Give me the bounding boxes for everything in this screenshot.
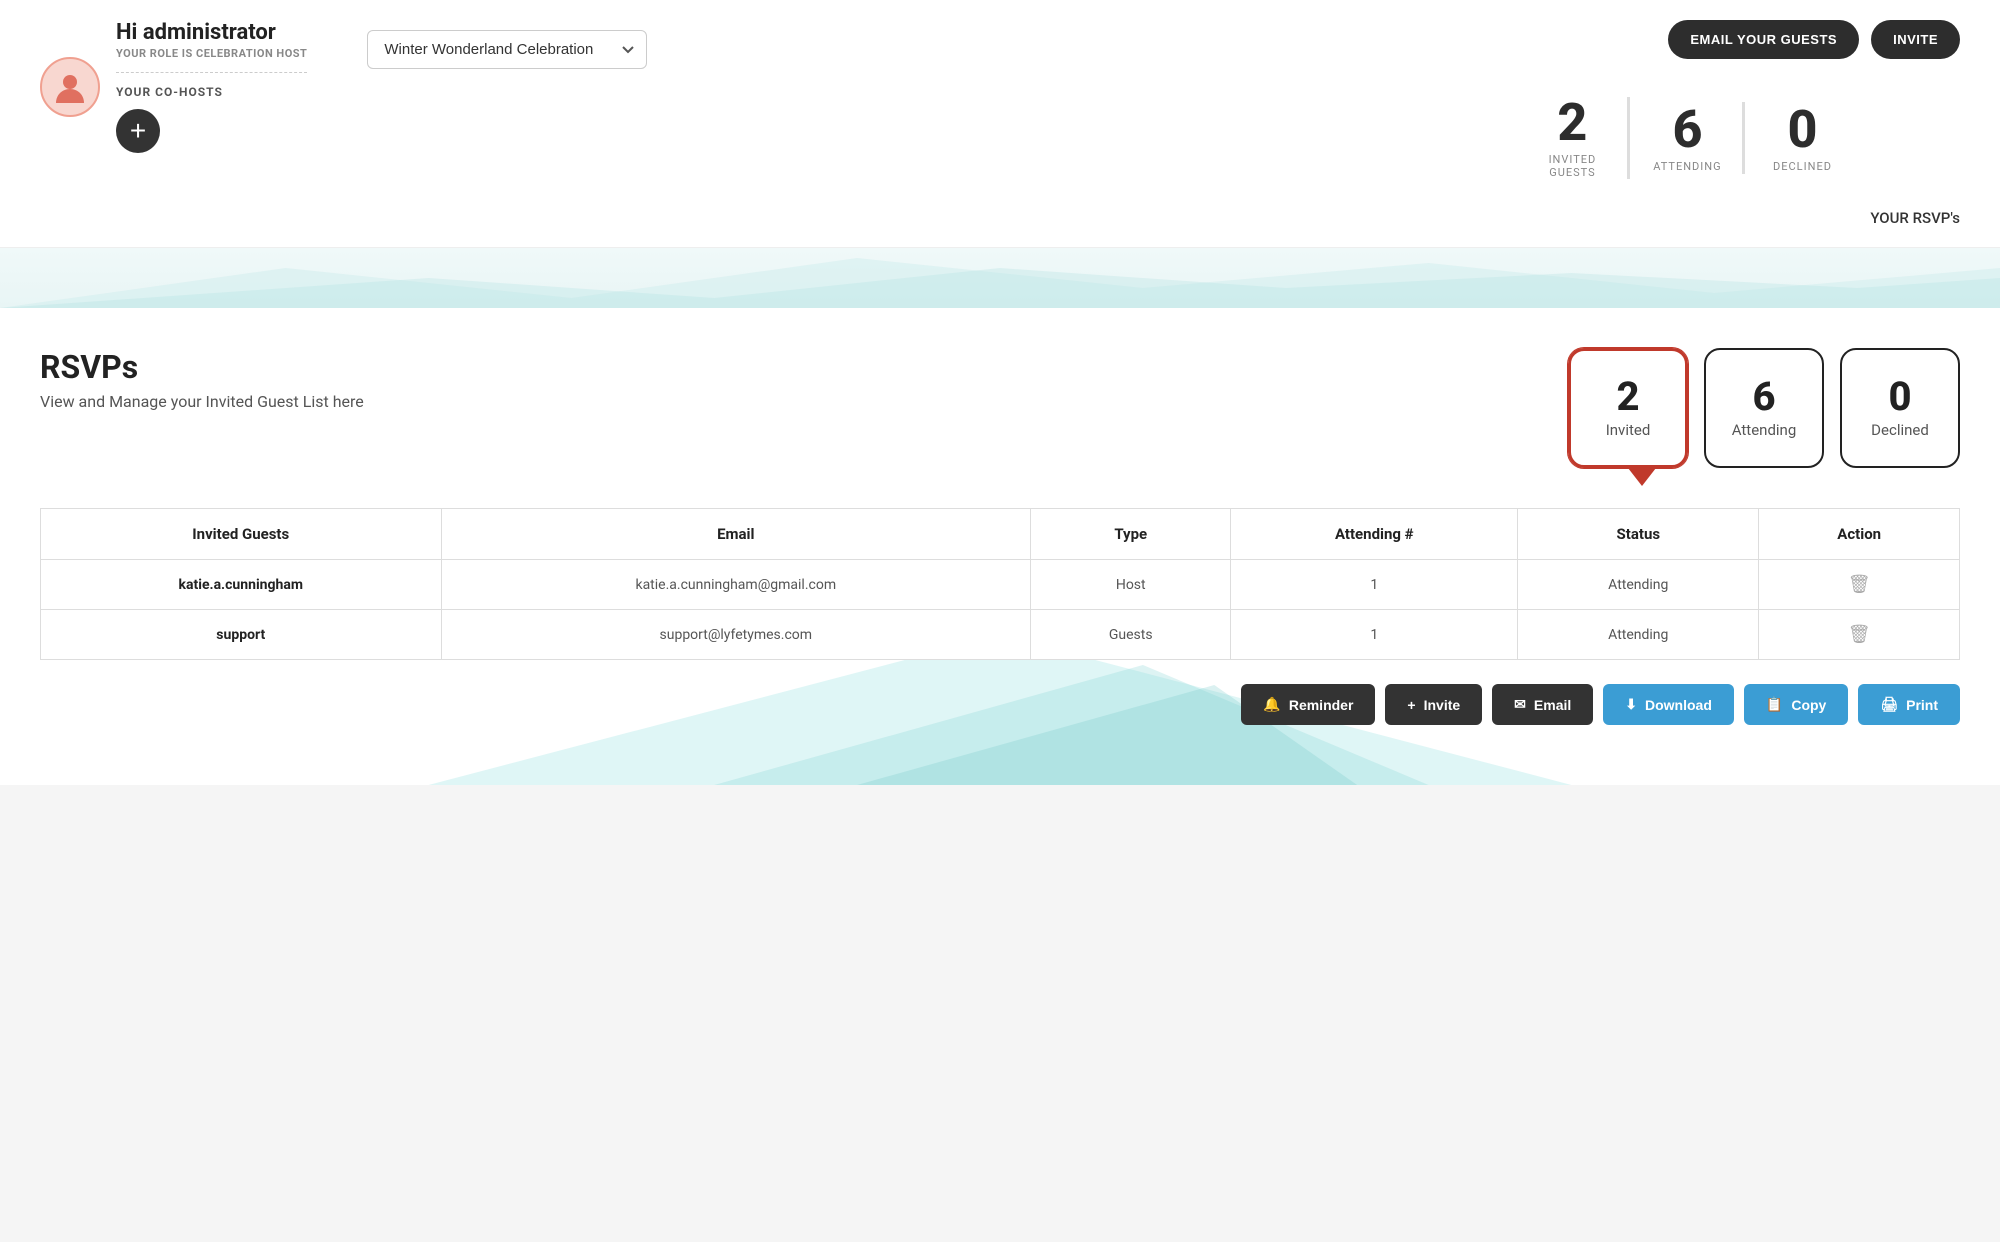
- delete-icon[interactable]: 🗑: [1848, 624, 1871, 645]
- declined-card[interactable]: 0 Declined: [1840, 348, 1960, 468]
- invite-action-button[interactable]: + Invite: [1385, 684, 1482, 725]
- plus-icon: +: [1407, 697, 1415, 713]
- col-type: Type: [1031, 509, 1231, 560]
- col-email: Email: [441, 509, 1031, 560]
- avatar: [40, 57, 100, 117]
- rsvp-title-area: RSVPs View and Manage your Invited Guest…: [40, 348, 364, 411]
- stats-row: 2 INVITED GUESTS 6 ATTENDING 0 DECLINED: [1415, 87, 1960, 189]
- declined-stat: 0 DECLINED: [1745, 94, 1860, 183]
- guest-action[interactable]: 🗑: [1759, 610, 1960, 660]
- guest-name: katie.a.cunningham: [41, 560, 442, 610]
- email-label: Email: [1534, 697, 1571, 713]
- copy-button[interactable]: 📋 Copy: [1744, 684, 1848, 725]
- cohosts-label: YOUR CO-HOSTS: [116, 72, 307, 99]
- plus-icon: +: [130, 117, 146, 145]
- event-dropdown[interactable]: Winter Wonderland Celebration Summer BBQ…: [367, 30, 647, 69]
- download-icon: ⬇: [1625, 696, 1637, 713]
- attending-label: ATTENDING: [1650, 160, 1725, 173]
- attending-card-num: 6: [1752, 377, 1775, 417]
- guest-action[interactable]: 🗑: [1759, 560, 1960, 610]
- action-buttons: 🔔 Reminder + Invite ✉ Email ⬇ Download 📋…: [40, 684, 1960, 725]
- guest-email: katie.a.cunningham@gmail.com: [441, 560, 1031, 610]
- guest-table: Invited Guests Email Type Attending # St…: [40, 508, 1960, 660]
- table-row: support support@lyfetymes.com Guests 1 A…: [41, 610, 1960, 660]
- declined-card-num: 0: [1888, 377, 1911, 417]
- bell-icon: 🔔: [1263, 696, 1280, 713]
- table-row: katie.a.cunningham katie.a.cunningham@gm…: [41, 560, 1960, 610]
- invited-label: INVITED GUESTS: [1535, 153, 1610, 179]
- add-cohost-button[interactable]: +: [116, 109, 160, 153]
- attending-count: 6: [1650, 104, 1725, 156]
- envelope-icon: ✉: [1514, 696, 1526, 713]
- download-button[interactable]: ⬇ Download: [1603, 684, 1734, 725]
- col-invited-guests: Invited Guests: [41, 509, 442, 560]
- col-status: Status: [1518, 509, 1759, 560]
- declined-card-label: Declined: [1871, 421, 1929, 439]
- invited-guests-stat: 2 INVITED GUESTS: [1515, 87, 1630, 189]
- invited-card[interactable]: 2 Invited: [1568, 348, 1688, 468]
- rsvps-label: YOUR RSVP's: [1870, 209, 1960, 227]
- col-action: Action: [1759, 509, 1960, 560]
- guest-status: Attending: [1518, 610, 1759, 660]
- event-selector: Winter Wonderland Celebration Summer BBQ…: [367, 30, 647, 69]
- reminder-label: Reminder: [1289, 697, 1354, 713]
- guest-type: Host: [1031, 560, 1231, 610]
- guest-attending-num: 1: [1231, 560, 1518, 610]
- attending-card-label: Attending: [1732, 421, 1797, 439]
- invited-count: 2: [1535, 97, 1610, 149]
- guest-attending-num: 1: [1231, 610, 1518, 660]
- guest-name: support: [41, 610, 442, 660]
- print-button[interactable]: 🖨 Print: [1858, 684, 1960, 725]
- copy-icon: 📋: [1766, 696, 1783, 713]
- download-label: Download: [1645, 697, 1712, 713]
- attending-stat: 6 ATTENDING: [1630, 94, 1745, 183]
- reminder-button[interactable]: 🔔 Reminder: [1241, 684, 1375, 725]
- header-actions: EMAIL YOUR GUESTS INVITE: [1668, 20, 1960, 59]
- declined-count: 0: [1765, 104, 1840, 156]
- invited-card-num: 2: [1616, 377, 1639, 417]
- user-info: Hi administrator YOUR ROLE IS CELEBRATIO…: [40, 20, 307, 153]
- declined-label: DECLINED: [1765, 160, 1840, 173]
- email-action-button[interactable]: ✉ Email: [1492, 684, 1593, 725]
- rsvp-stats: 2 Invited 6 Attending 0 Declined: [1568, 348, 1960, 468]
- print-label: Print: [1906, 697, 1938, 713]
- attending-card[interactable]: 6 Attending: [1704, 348, 1824, 468]
- header-section: Hi administrator YOUR ROLE IS CELEBRATIO…: [0, 0, 2000, 248]
- guest-status: Attending: [1518, 560, 1759, 610]
- invited-card-label: Invited: [1606, 421, 1651, 439]
- print-icon: 🖨: [1880, 696, 1898, 713]
- delete-icon[interactable]: 🗑: [1848, 574, 1871, 595]
- active-arrow: [1628, 468, 1656, 486]
- greeting-text: Hi administrator: [116, 20, 307, 45]
- email-guests-button[interactable]: EMAIL YOUR GUESTS: [1668, 20, 1859, 59]
- role-text: YOUR ROLE IS CELEBRATION HOST: [116, 47, 307, 60]
- col-attending: Attending #: [1231, 509, 1518, 560]
- guest-type: Guests: [1031, 610, 1231, 660]
- invite-button[interactable]: INVITE: [1871, 20, 1960, 59]
- rsvp-title: RSVPs: [40, 348, 364, 386]
- rsvp-subtitle: View and Manage your Invited Guest List …: [40, 392, 364, 411]
- rsvp-section: RSVPs View and Manage your Invited Guest…: [0, 308, 2000, 785]
- rsvp-header: RSVPs View and Manage your Invited Guest…: [40, 348, 1960, 468]
- copy-label: Copy: [1791, 697, 1826, 713]
- invite-label: Invite: [1424, 697, 1461, 713]
- guest-email: support@lyfetymes.com: [441, 610, 1031, 660]
- bg-decoration: [0, 248, 2000, 308]
